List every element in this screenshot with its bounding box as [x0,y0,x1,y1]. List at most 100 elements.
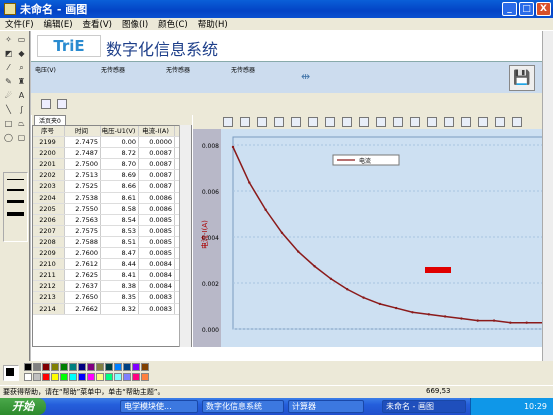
table-cell[interactable]: 2.7525 [65,181,101,192]
table-cell[interactable]: 2207 [33,225,65,236]
color-swatch[interactable] [42,373,50,381]
table-cell[interactable]: 2211 [33,270,65,281]
table-cell[interactable]: 8.38 [101,281,139,292]
table-cell[interactable]: 2.7662 [65,303,101,314]
chart-tool-icon[interactable] [274,117,284,127]
chart-tool-icon[interactable] [427,117,437,127]
color-swatch[interactable] [141,363,149,371]
color-swatch[interactable] [51,363,59,371]
menu-help[interactable]: 帮助(H) [198,18,228,30]
column-header[interactable]: 时间 [65,126,101,137]
table-cell[interactable]: 0.0086 [139,192,175,203]
chart-tool-icon[interactable] [308,117,318,127]
table-cell[interactable]: 2.7550 [65,203,101,214]
table-view-icon[interactable] [41,99,51,109]
table-cell[interactable]: 2.7563 [65,214,101,225]
table-row[interactable]: 2207 2.7575 8.53 0.0085 [33,225,191,237]
table-cell[interactable]: 8.53 [101,225,139,236]
table-cell[interactable]: 2208 [33,236,65,248]
table-cell[interactable]: 0.0085 [139,236,175,248]
table-cell[interactable]: 2.7588 [65,236,101,248]
chart-tool-icon[interactable] [478,117,488,127]
table-scrollbar[interactable] [179,125,191,347]
rect-select-icon[interactable]: ▭ [16,34,27,45]
table-cell[interactable]: 2.7600 [65,248,101,259]
table-cell[interactable]: 0.0085 [139,214,175,225]
table-cell[interactable]: 2200 [33,148,65,159]
table-cell[interactable]: 2202 [33,170,65,181]
color-swatch[interactable] [105,363,113,371]
table-cell[interactable]: 8.41 [101,270,139,281]
table-cell[interactable]: 0.0084 [139,270,175,281]
fill-icon[interactable]: ◆ [16,48,27,59]
table-cell[interactable]: 2.7475 [65,137,101,148]
color-swatch[interactable] [69,373,77,381]
start-button[interactable]: 开始 [0,398,46,415]
table-cell[interactable]: 2.7513 [65,170,101,181]
color-swatch[interactable] [114,363,122,371]
save-disk-icon[interactable]: 💾 [509,65,535,91]
table-cell[interactable]: 0.0083 [139,303,175,314]
chart-tool-icon[interactable] [240,117,250,127]
color-swatch[interactable] [33,363,41,371]
color-swatch[interactable] [60,363,68,371]
table-cell[interactable]: 2212 [33,281,65,292]
table-cell[interactable]: 0.0086 [139,203,175,214]
chart-tool-icon[interactable] [376,117,386,127]
chart-tool-icon[interactable] [257,117,267,127]
table-cell[interactable]: 8.35 [101,292,139,303]
chart-tool-icon[interactable] [359,117,369,127]
color-picker-icon[interactable]: ⁄ [3,62,14,73]
table-cell[interactable]: 0.0085 [139,225,175,236]
table-cell[interactable]: 2.7625 [65,270,101,281]
menu-image[interactable]: 图像(I) [122,18,148,30]
table-cell[interactable]: 2.7538 [65,192,101,203]
brush-icon[interactable]: ♜ [16,76,27,87]
color-swatch[interactable] [132,373,140,381]
table-cell[interactable]: 8.70 [101,159,139,170]
table-row[interactable]: 2211 2.7625 8.41 0.0084 [33,270,191,282]
color-swatch[interactable] [96,363,104,371]
magnifier-icon[interactable]: ⌕ [16,62,27,73]
plot-area[interactable]: 0.008 0.006 0.004 0.002 0.000 电流-I(A) 电流 [193,129,545,347]
maximize-button[interactable]: □ [519,2,534,16]
table-cell[interactable]: 0.0085 [139,248,175,259]
chart-tool-icon[interactable] [291,117,301,127]
chart-tool-icon[interactable] [393,117,403,127]
chart-tool-icon[interactable] [495,117,505,127]
table-cell[interactable]: 2205 [33,203,65,214]
table-cell[interactable]: 0.0087 [139,148,175,159]
table-row[interactable]: 2200 2.7487 8.72 0.0087 [33,148,191,160]
menu-view[interactable]: 查看(V) [83,18,112,30]
column-header[interactable]: 序号 [33,126,65,137]
table-cell[interactable]: 8.47 [101,248,139,259]
paint-canvas[interactable]: TriE 数字化信息系统 电压(V) 无传感器 无传感器 无传感器 ⇹ 💾 活页… [31,31,545,361]
table-cell[interactable]: 0.0084 [139,259,175,270]
table-row[interactable]: 2210 2.7612 8.44 0.0084 [33,259,191,271]
color-swatch[interactable] [141,373,149,381]
table-cell[interactable]: 2204 [33,192,65,203]
color-swatch[interactable] [123,373,131,381]
table-cell[interactable]: 2.7487 [65,148,101,159]
color-swatch[interactable] [132,363,140,371]
table-row[interactable]: 2205 2.7550 8.58 0.0086 [33,203,191,215]
color-swatch[interactable] [42,363,50,371]
text-icon[interactable]: A [16,90,27,101]
table-cell[interactable]: 2203 [33,181,65,192]
table-cell[interactable]: 8.44 [101,259,139,270]
task-calculator[interactable]: 计算器 [288,400,364,413]
polygon-icon[interactable]: ⏢ [16,118,27,129]
table-row[interactable]: 2208 2.7588 8.51 0.0085 [33,236,191,249]
table-cell[interactable]: 8.66 [101,181,139,192]
menu-file[interactable]: 文件(F) [5,18,34,30]
table-cell[interactable]: 2.7575 [65,225,101,236]
table-cell[interactable]: 8.58 [101,203,139,214]
table-cell[interactable]: 2213 [33,292,65,303]
column-header[interactable]: 电流-I(A) [139,126,175,137]
color-swatch[interactable] [33,373,41,381]
table-cell[interactable]: 8.72 [101,148,139,159]
column-header[interactable]: 电压-U1(V) [101,126,139,137]
table-row[interactable]: 2212 2.7637 8.38 0.0084 [33,281,191,293]
table-cell[interactable]: 2.7612 [65,259,101,270]
chart-tool-icon[interactable] [325,117,335,127]
